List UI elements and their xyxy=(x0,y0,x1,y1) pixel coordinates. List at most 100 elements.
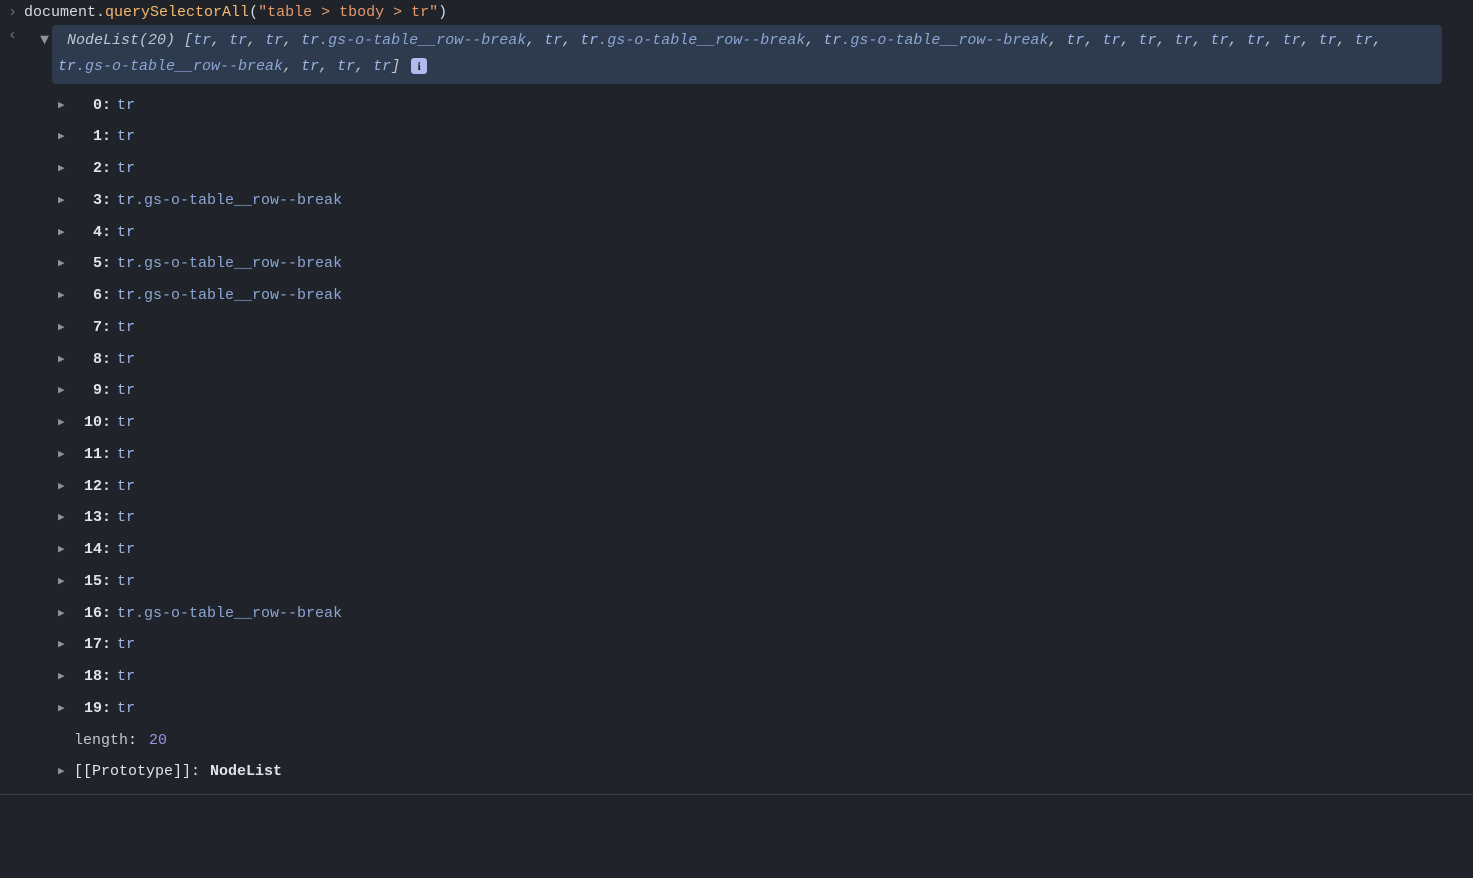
list-item[interactable]: ▶19:tr xyxy=(58,693,1465,725)
list-item[interactable]: ▶17:tr xyxy=(58,629,1465,661)
summary-element[interactable]: tr xyxy=(1066,32,1084,49)
entry-element[interactable]: tr xyxy=(117,314,135,342)
entry-element[interactable]: tr xyxy=(117,663,135,691)
colon: : xyxy=(102,282,111,310)
summary-element[interactable]: tr xyxy=(301,32,319,49)
chevron-right-icon[interactable]: ▶ xyxy=(58,349,74,370)
chevron-right-icon[interactable]: ▶ xyxy=(58,761,74,782)
list-item[interactable]: ▶12:tr xyxy=(58,471,1465,503)
list-item[interactable]: ▶0:tr xyxy=(58,90,1465,122)
entry-element[interactable]: tr xyxy=(117,155,135,183)
entry-element[interactable]: tr xyxy=(117,250,135,278)
summary-class[interactable]: .gs-o-table__row--break xyxy=(841,32,1048,49)
chevron-right-icon[interactable]: ▶ xyxy=(58,126,74,147)
list-item[interactable]: ▶1:tr xyxy=(58,121,1465,153)
chevron-right-icon[interactable]: ▶ xyxy=(58,222,74,243)
chevron-right-icon[interactable]: ▶ xyxy=(58,412,74,433)
chevron-right-icon[interactable]: ▶ xyxy=(58,285,74,306)
summary-element[interactable]: tr xyxy=(58,58,76,75)
chevron-right-icon[interactable]: ▶ xyxy=(58,158,74,179)
summary-element[interactable]: tr xyxy=(1102,32,1120,49)
list-item[interactable]: ▶11:tr xyxy=(58,439,1465,471)
console-input-code[interactable]: document.querySelectorAll("table > tbody… xyxy=(24,4,447,21)
summary-element[interactable]: tr xyxy=(1138,32,1156,49)
entry-element[interactable]: tr xyxy=(117,600,135,628)
entry-class[interactable]: .gs-o-table__row--break xyxy=(135,282,342,310)
summary-element[interactable]: tr xyxy=(337,58,355,75)
chevron-right-icon[interactable]: ▶ xyxy=(58,634,74,655)
chevron-right-icon[interactable]: ▶ xyxy=(58,603,74,624)
list-item[interactable]: ▶9:tr xyxy=(58,375,1465,407)
chevron-right-icon[interactable]: ▶ xyxy=(58,253,74,274)
summary-class[interactable]: .gs-o-table__row--break xyxy=(319,32,526,49)
list-item[interactable]: ▶14:tr xyxy=(58,534,1465,566)
summary-element[interactable]: tr xyxy=(301,58,319,75)
list-item[interactable]: ▶15:tr xyxy=(58,566,1465,598)
summary-element[interactable]: tr xyxy=(1247,32,1265,49)
list-item[interactable]: ▶16:tr.gs-o-table__row--break xyxy=(58,598,1465,630)
chevron-right-icon[interactable]: ▶ xyxy=(58,476,74,497)
list-item[interactable]: ▶6:tr.gs-o-table__row--break xyxy=(58,280,1465,312)
list-item[interactable]: ▶7:tr xyxy=(58,312,1465,344)
entry-element[interactable]: tr xyxy=(117,695,135,723)
summary-element[interactable]: tr xyxy=(229,32,247,49)
summary-element[interactable]: tr xyxy=(580,32,598,49)
summary-element[interactable]: tr xyxy=(1355,32,1373,49)
chevron-right-icon[interactable]: ▶ xyxy=(58,507,74,528)
list-item[interactable]: ▶8:tr xyxy=(58,344,1465,376)
chevron-right-icon[interactable]: ▶ xyxy=(58,190,74,211)
chevron-right-icon[interactable]: ▶ xyxy=(58,539,74,560)
chevron-right-icon[interactable]: ▶ xyxy=(58,571,74,592)
expand-toggle-icon[interactable]: ▼ xyxy=(40,28,54,54)
entry-element[interactable]: tr xyxy=(117,473,135,501)
summary-element[interactable]: tr xyxy=(193,32,211,49)
summary-element[interactable]: tr xyxy=(373,58,391,75)
chevron-right-icon[interactable]: ▶ xyxy=(58,444,74,465)
summary-element[interactable]: tr xyxy=(1211,32,1229,49)
summary-class[interactable]: .gs-o-table__row--break xyxy=(76,58,283,75)
chevron-right-icon[interactable]: ▶ xyxy=(58,666,74,687)
chevron-right-icon[interactable]: ▶ xyxy=(58,317,74,338)
entry-element[interactable]: tr xyxy=(117,441,135,469)
summary-element[interactable]: tr xyxy=(544,32,562,49)
list-item[interactable]: ▶2:tr xyxy=(58,153,1465,185)
entry-class[interactable]: .gs-o-table__row--break xyxy=(135,250,342,278)
console-result-line: ‹ ▼ NodeList(20) [tr, tr, tr, tr.gs-o-ta… xyxy=(0,23,1473,788)
entry-element[interactable]: tr xyxy=(117,282,135,310)
entry-element[interactable]: tr xyxy=(117,409,135,437)
entry-element[interactable]: tr xyxy=(117,377,135,405)
colon: : xyxy=(102,695,111,723)
summary-element[interactable]: tr xyxy=(823,32,841,49)
result-summary[interactable]: ▼ NodeList(20) [tr, tr, tr, tr.gs-o-tabl… xyxy=(52,25,1442,84)
chevron-right-icon[interactable]: ▶ xyxy=(58,95,74,116)
entry-class[interactable]: .gs-o-table__row--break xyxy=(135,187,342,215)
list-item[interactable]: ▶10:tr xyxy=(58,407,1465,439)
comma: , xyxy=(562,32,580,49)
chevron-right-icon[interactable]: ▶ xyxy=(58,698,74,719)
summary-class[interactable]: .gs-o-table__row--break xyxy=(598,32,805,49)
entry-element[interactable]: tr xyxy=(117,92,135,120)
list-item[interactable]: ▶13:tr xyxy=(58,502,1465,534)
prototype-row[interactable]: ▶[[Prototype]]:NodeList xyxy=(58,756,1465,788)
colon: : xyxy=(102,409,111,437)
entry-element[interactable]: tr xyxy=(117,123,135,151)
list-item[interactable]: ▶4:tr xyxy=(58,217,1465,249)
chevron-right-icon[interactable]: ▶ xyxy=(58,380,74,401)
entry-element[interactable]: tr xyxy=(117,631,135,659)
entry-element[interactable]: tr xyxy=(117,536,135,564)
summary-element[interactable]: tr xyxy=(1319,32,1337,49)
entry-class[interactable]: .gs-o-table__row--break xyxy=(135,600,342,628)
summary-element[interactable]: tr xyxy=(265,32,283,49)
entry-element[interactable]: tr xyxy=(117,504,135,532)
summary-element[interactable]: tr xyxy=(1175,32,1193,49)
entry-element[interactable]: tr xyxy=(117,219,135,247)
entry-element[interactable]: tr xyxy=(117,346,135,374)
entry-element[interactable]: tr xyxy=(117,187,135,215)
summary-element[interactable]: tr xyxy=(1283,32,1301,49)
info-badge-icon[interactable]: i xyxy=(411,58,427,74)
entry-index: 4 xyxy=(74,219,102,247)
entry-element[interactable]: tr xyxy=(117,568,135,596)
list-item[interactable]: ▶3:tr.gs-o-table__row--break xyxy=(58,185,1465,217)
list-item[interactable]: ▶18:tr xyxy=(58,661,1465,693)
list-item[interactable]: ▶5:tr.gs-o-table__row--break xyxy=(58,248,1465,280)
